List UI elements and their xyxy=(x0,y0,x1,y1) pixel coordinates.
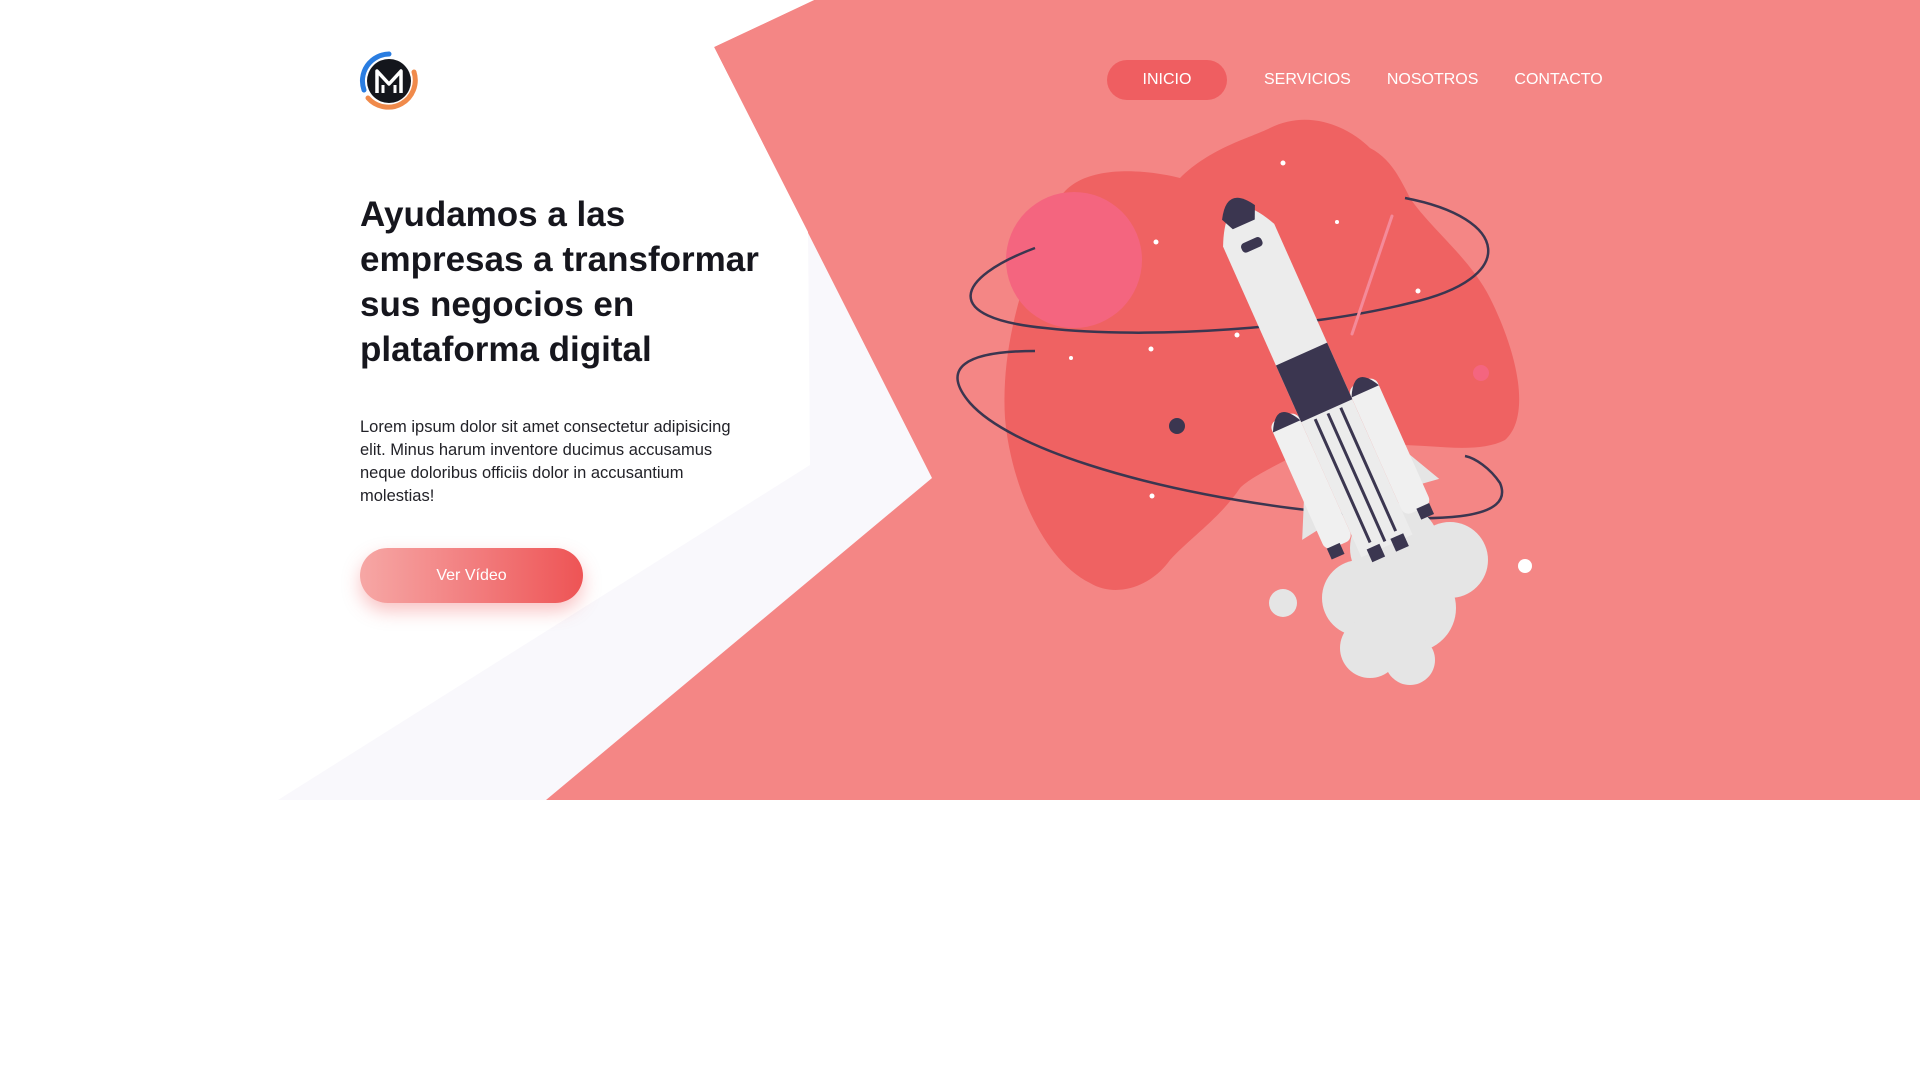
dark-planet xyxy=(1169,418,1185,434)
main-nav: INICIO SERVICIOS NOSOTROS CONTACTO xyxy=(1107,60,1621,100)
star-dot xyxy=(1234,332,1240,338)
hero-title: Ayudamos a las empresas a transformar su… xyxy=(360,195,759,369)
circular-m-logo-icon[interactable] xyxy=(358,50,420,112)
smoke-puff xyxy=(1269,589,1297,617)
star-dot xyxy=(1069,356,1073,360)
small-pink-dot xyxy=(1473,365,1489,381)
landing-page: INICIO SERVICIOS NOSOTROS CONTACTO Ayuda… xyxy=(0,0,1920,1080)
star-dot xyxy=(1153,239,1159,245)
nav-item-inicio[interactable]: INICIO xyxy=(1107,60,1227,100)
nav-item-nosotros[interactable]: NOSOTROS xyxy=(1369,60,1497,100)
nav-item-servicios[interactable]: SERVICIOS xyxy=(1246,60,1369,100)
nav-item-contacto[interactable]: CONTACTO xyxy=(1496,60,1620,100)
rocket-launch-illustration xyxy=(956,119,1532,685)
star-dot xyxy=(1149,493,1155,499)
hero-description: Lorem ipsum dolor sit amet consectetur a… xyxy=(360,418,731,505)
star-dot xyxy=(1148,346,1154,352)
smoke-puff xyxy=(1518,559,1532,573)
red-blob xyxy=(1004,119,1520,590)
pink-planet xyxy=(1006,192,1142,328)
star-dot xyxy=(1335,220,1339,224)
star-dot xyxy=(1280,160,1286,166)
ver-video-button[interactable]: Ver Vídeo xyxy=(360,548,583,603)
star-dot xyxy=(1415,288,1421,294)
